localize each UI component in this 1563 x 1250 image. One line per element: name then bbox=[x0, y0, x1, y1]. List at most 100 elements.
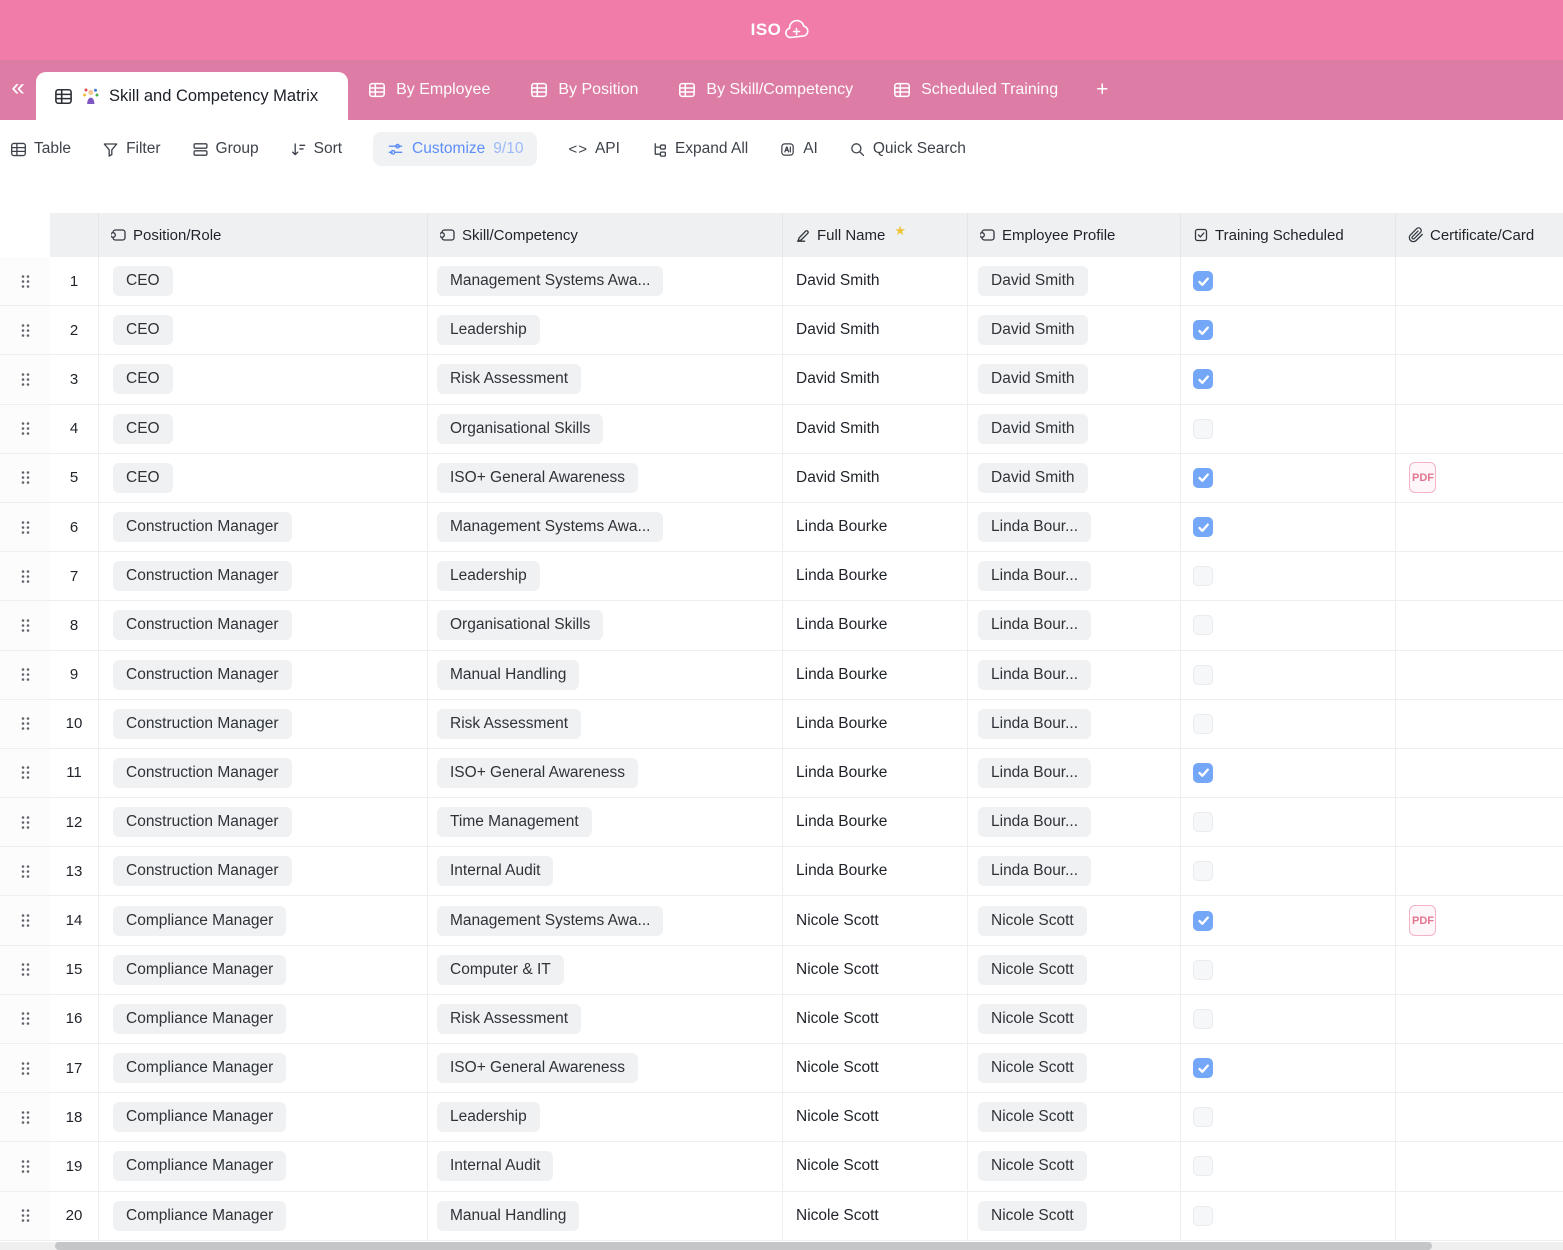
training-scheduled-cell[interactable] bbox=[1181, 1044, 1396, 1092]
employee-profile-pill[interactable]: Linda Bour... bbox=[978, 758, 1091, 788]
training-checkbox[interactable] bbox=[1193, 861, 1213, 881]
training-checkbox[interactable] bbox=[1193, 369, 1213, 389]
table-view-button[interactable]: Table bbox=[10, 140, 71, 158]
employee-profile-cell[interactable]: Nicole Scott bbox=[968, 1044, 1181, 1092]
training-scheduled-cell[interactable] bbox=[1181, 749, 1396, 797]
training-scheduled-cell[interactable] bbox=[1181, 552, 1396, 600]
employee-profile-cell[interactable]: David Smith bbox=[968, 454, 1181, 502]
skill-competency-cell[interactable]: Computer & IT bbox=[428, 946, 783, 994]
training-checkbox[interactable] bbox=[1193, 419, 1213, 439]
certificate-card-cell[interactable] bbox=[1396, 847, 1563, 895]
position-role-cell[interactable]: Compliance Manager bbox=[99, 896, 428, 944]
employee-profile-pill[interactable]: Linda Bour... bbox=[978, 807, 1091, 837]
training-scheduled-cell[interactable] bbox=[1181, 1093, 1396, 1141]
training-scheduled-cell[interactable] bbox=[1181, 946, 1396, 994]
skill-competency-cell[interactable]: Organisational Skills bbox=[428, 405, 783, 453]
training-checkbox[interactable] bbox=[1193, 468, 1213, 488]
skill-pill[interactable]: Leadership bbox=[437, 1102, 540, 1132]
training-scheduled-cell[interactable] bbox=[1181, 257, 1396, 305]
position-role-cell[interactable]: CEO bbox=[99, 454, 428, 502]
row-drag-handle[interactable] bbox=[0, 306, 50, 354]
training-checkbox[interactable] bbox=[1193, 1206, 1213, 1226]
row-drag-handle[interactable] bbox=[0, 651, 50, 699]
skill-competency-cell[interactable]: Time Management bbox=[428, 798, 783, 846]
position-role-cell[interactable]: Construction Manager bbox=[99, 552, 428, 600]
training-checkbox[interactable] bbox=[1193, 812, 1213, 832]
skill-pill[interactable]: Manual Handling bbox=[437, 660, 579, 690]
position-role-cell[interactable]: Compliance Manager bbox=[99, 1093, 428, 1141]
pdf-attachment[interactable]: PDF bbox=[1409, 462, 1436, 493]
certificate-card-cell[interactable]: PDF bbox=[1396, 454, 1563, 502]
full-name-cell[interactable]: Nicole Scott bbox=[783, 896, 968, 944]
full-name-cell[interactable]: Linda Bourke bbox=[783, 651, 968, 699]
employee-profile-cell[interactable]: David Smith bbox=[968, 306, 1181, 354]
position-role-cell[interactable]: Compliance Manager bbox=[99, 1044, 428, 1092]
training-scheduled-cell[interactable] bbox=[1181, 1142, 1396, 1190]
collapse-sidebar-button[interactable]: « bbox=[0, 60, 36, 120]
skill-pill[interactable]: Leadership bbox=[437, 561, 540, 591]
column-header-full-name[interactable]: Full Name ★ bbox=[783, 213, 968, 257]
row-drag-handle[interactable] bbox=[0, 700, 50, 748]
skill-competency-cell[interactable]: Manual Handling bbox=[428, 1192, 783, 1240]
skill-competency-cell[interactable]: ISO+ General Awareness bbox=[428, 749, 783, 797]
position-pill[interactable]: Compliance Manager bbox=[113, 1004, 286, 1034]
position-role-cell[interactable]: Construction Manager bbox=[99, 651, 428, 699]
certificate-card-cell[interactable] bbox=[1396, 651, 1563, 699]
position-pill[interactable]: CEO bbox=[113, 266, 173, 296]
skill-competency-cell[interactable]: ISO+ General Awareness bbox=[428, 1044, 783, 1092]
skill-competency-cell[interactable]: Internal Audit bbox=[428, 847, 783, 895]
row-drag-handle[interactable] bbox=[0, 946, 50, 994]
full-name-cell[interactable]: Nicole Scott bbox=[783, 946, 968, 994]
certificate-card-cell[interactable]: PDF bbox=[1396, 896, 1563, 944]
training-checkbox[interactable] bbox=[1193, 566, 1213, 586]
position-pill[interactable]: CEO bbox=[113, 414, 173, 444]
skill-pill[interactable]: Time Management bbox=[437, 807, 592, 837]
skill-pill[interactable]: Organisational Skills bbox=[437, 414, 603, 444]
training-checkbox[interactable] bbox=[1193, 320, 1213, 340]
skill-pill[interactable]: ISO+ General Awareness bbox=[437, 1053, 638, 1083]
customize-button[interactable]: Customize 9/10 bbox=[373, 132, 537, 166]
ai-button[interactable]: AI bbox=[779, 140, 818, 158]
employee-profile-pill[interactable]: David Smith bbox=[978, 266, 1088, 296]
certificate-card-cell[interactable] bbox=[1396, 1093, 1563, 1141]
column-header-certificate-card[interactable]: Certificate/Card bbox=[1396, 213, 1563, 257]
position-pill[interactable]: Compliance Manager bbox=[113, 906, 286, 936]
skill-competency-cell[interactable]: Internal Audit bbox=[428, 1142, 783, 1190]
training-scheduled-cell[interactable] bbox=[1181, 798, 1396, 846]
tab-skill-and-competency-matrix[interactable]: Skill and Competency Matrix bbox=[36, 72, 348, 120]
employee-profile-pill[interactable]: David Smith bbox=[978, 463, 1088, 493]
full-name-cell[interactable]: David Smith bbox=[783, 405, 968, 453]
skill-competency-cell[interactable]: Manual Handling bbox=[428, 651, 783, 699]
employee-profile-pill[interactable]: Nicole Scott bbox=[978, 1201, 1087, 1231]
employee-profile-cell[interactable]: Linda Bour... bbox=[968, 700, 1181, 748]
employee-profile-cell[interactable]: David Smith bbox=[968, 405, 1181, 453]
column-header-skill-competency[interactable]: Skill/Competency bbox=[428, 213, 783, 257]
full-name-cell[interactable]: David Smith bbox=[783, 355, 968, 403]
employee-profile-pill[interactable]: David Smith bbox=[978, 315, 1088, 345]
certificate-card-cell[interactable] bbox=[1396, 257, 1563, 305]
api-button[interactable]: <> API bbox=[568, 140, 620, 158]
full-name-cell[interactable]: Nicole Scott bbox=[783, 1142, 968, 1190]
row-drag-handle[interactable] bbox=[0, 798, 50, 846]
training-scheduled-cell[interactable] bbox=[1181, 503, 1396, 551]
position-role-cell[interactable]: Construction Manager bbox=[99, 503, 428, 551]
training-scheduled-cell[interactable] bbox=[1181, 601, 1396, 649]
skill-competency-cell[interactable]: Risk Assessment bbox=[428, 700, 783, 748]
full-name-cell[interactable]: Nicole Scott bbox=[783, 1093, 968, 1141]
certificate-card-cell[interactable] bbox=[1396, 749, 1563, 797]
position-role-cell[interactable]: Compliance Manager bbox=[99, 946, 428, 994]
certificate-card-cell[interactable] bbox=[1396, 405, 1563, 453]
full-name-cell[interactable]: Linda Bourke bbox=[783, 700, 968, 748]
training-scheduled-cell[interactable] bbox=[1181, 700, 1396, 748]
skill-pill[interactable]: Internal Audit bbox=[437, 1151, 553, 1181]
certificate-card-cell[interactable] bbox=[1396, 601, 1563, 649]
position-pill[interactable]: Compliance Manager bbox=[113, 955, 286, 985]
skill-competency-cell[interactable]: Risk Assessment bbox=[428, 995, 783, 1043]
position-role-cell[interactable]: CEO bbox=[99, 257, 428, 305]
position-pill[interactable]: Compliance Manager bbox=[113, 1151, 286, 1181]
certificate-card-cell[interactable] bbox=[1396, 1192, 1563, 1240]
training-scheduled-cell[interactable] bbox=[1181, 355, 1396, 403]
full-name-cell[interactable]: David Smith bbox=[783, 257, 968, 305]
filter-button[interactable]: Filter bbox=[102, 140, 160, 158]
training-checkbox[interactable] bbox=[1193, 615, 1213, 635]
